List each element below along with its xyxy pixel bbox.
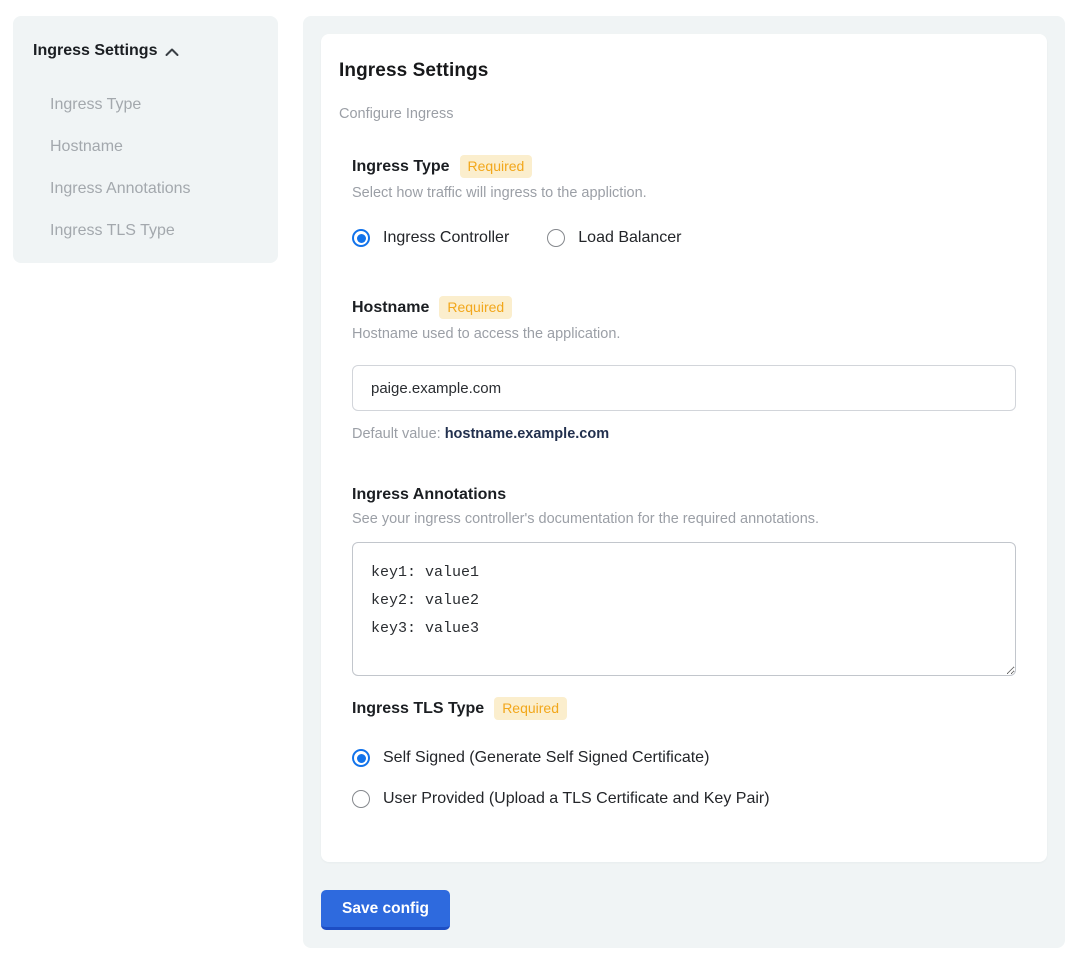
- ingress-type-description: Select how traffic will ingress to the a…: [352, 185, 1017, 201]
- section-ingress-tls-type: Ingress TLS Type Required Self Signed (G…: [352, 697, 1017, 808]
- hostname-default-line: Default value: hostname.example.com: [352, 426, 1017, 442]
- radio-label: Self Signed (Generate Self Signed Certif…: [383, 749, 709, 767]
- sidebar-item-list: Ingress Type Hostname Ingress Annotation…: [50, 85, 258, 253]
- radio-selected-icon: [352, 229, 370, 247]
- section-ingress-type: Ingress Type Required Select how traffic…: [352, 155, 1017, 247]
- sidebar-group-ingress-settings[interactable]: Ingress Settings: [33, 42, 258, 60]
- section-ingress-annotations: Ingress Annotations See your ingress con…: [352, 486, 1017, 676]
- chevron-up-icon: [165, 47, 179, 57]
- radio-unselected-icon: [352, 790, 370, 808]
- required-badge: Required: [439, 296, 512, 319]
- required-badge: Required: [494, 697, 567, 720]
- ingress-type-label: Ingress Type: [352, 158, 450, 176]
- hostname-input[interactable]: [352, 365, 1016, 411]
- radio-selected-icon: [352, 749, 370, 767]
- radio-label: Load Balancer: [578, 229, 681, 247]
- required-badge: Required: [460, 155, 533, 178]
- sidebar-item-ingress-type[interactable]: Ingress Type: [50, 85, 258, 127]
- ingress-settings-card: Ingress Settings Configure Ingress Ingre…: [321, 34, 1047, 862]
- radio-unselected-icon: [547, 229, 565, 247]
- sidebar-item-hostname[interactable]: Hostname: [50, 127, 258, 169]
- page-title: Ingress Settings: [339, 60, 1017, 82]
- save-config-button[interactable]: Save config: [321, 890, 450, 930]
- sidebar-group-title: Ingress Settings: [33, 42, 157, 60]
- radio-self-signed[interactable]: Self Signed (Generate Self Signed Certif…: [352, 749, 1017, 767]
- annotations-textarea[interactable]: key1: value1 key2: value2 key3: value3: [352, 542, 1016, 676]
- radio-load-balancer[interactable]: Load Balancer: [547, 229, 681, 247]
- radio-label: Ingress Controller: [383, 229, 509, 247]
- sidebar-item-ingress-annotations[interactable]: Ingress Annotations: [50, 169, 258, 211]
- sidebar-item-ingress-tls-type[interactable]: Ingress TLS Type: [50, 211, 258, 253]
- radio-ingress-controller[interactable]: Ingress Controller: [352, 229, 509, 247]
- annotations-description: See your ingress controller's documentat…: [352, 511, 1017, 527]
- tls-radio-group: Self Signed (Generate Self Signed Certif…: [352, 749, 1017, 808]
- hostname-description: Hostname used to access the application.: [352, 326, 1017, 342]
- settings-panel: Ingress Settings Configure Ingress Ingre…: [303, 16, 1065, 948]
- tls-type-label: Ingress TLS Type: [352, 700, 484, 718]
- default-value-text: hostname.example.com: [445, 426, 609, 442]
- ingress-type-radio-group: Ingress Controller Load Balancer: [352, 229, 1017, 247]
- default-value-prefix: Default value:: [352, 426, 445, 442]
- page-subtitle: Configure Ingress: [339, 106, 1017, 122]
- section-hostname: Hostname Required Hostname used to acces…: [352, 296, 1017, 442]
- settings-sidebar: Ingress Settings Ingress Type Hostname I…: [13, 16, 278, 263]
- radio-label: User Provided (Upload a TLS Certificate …: [383, 790, 770, 808]
- radio-user-provided[interactable]: User Provided (Upload a TLS Certificate …: [352, 790, 1017, 808]
- hostname-label: Hostname: [352, 299, 429, 317]
- annotations-label: Ingress Annotations: [352, 486, 506, 504]
